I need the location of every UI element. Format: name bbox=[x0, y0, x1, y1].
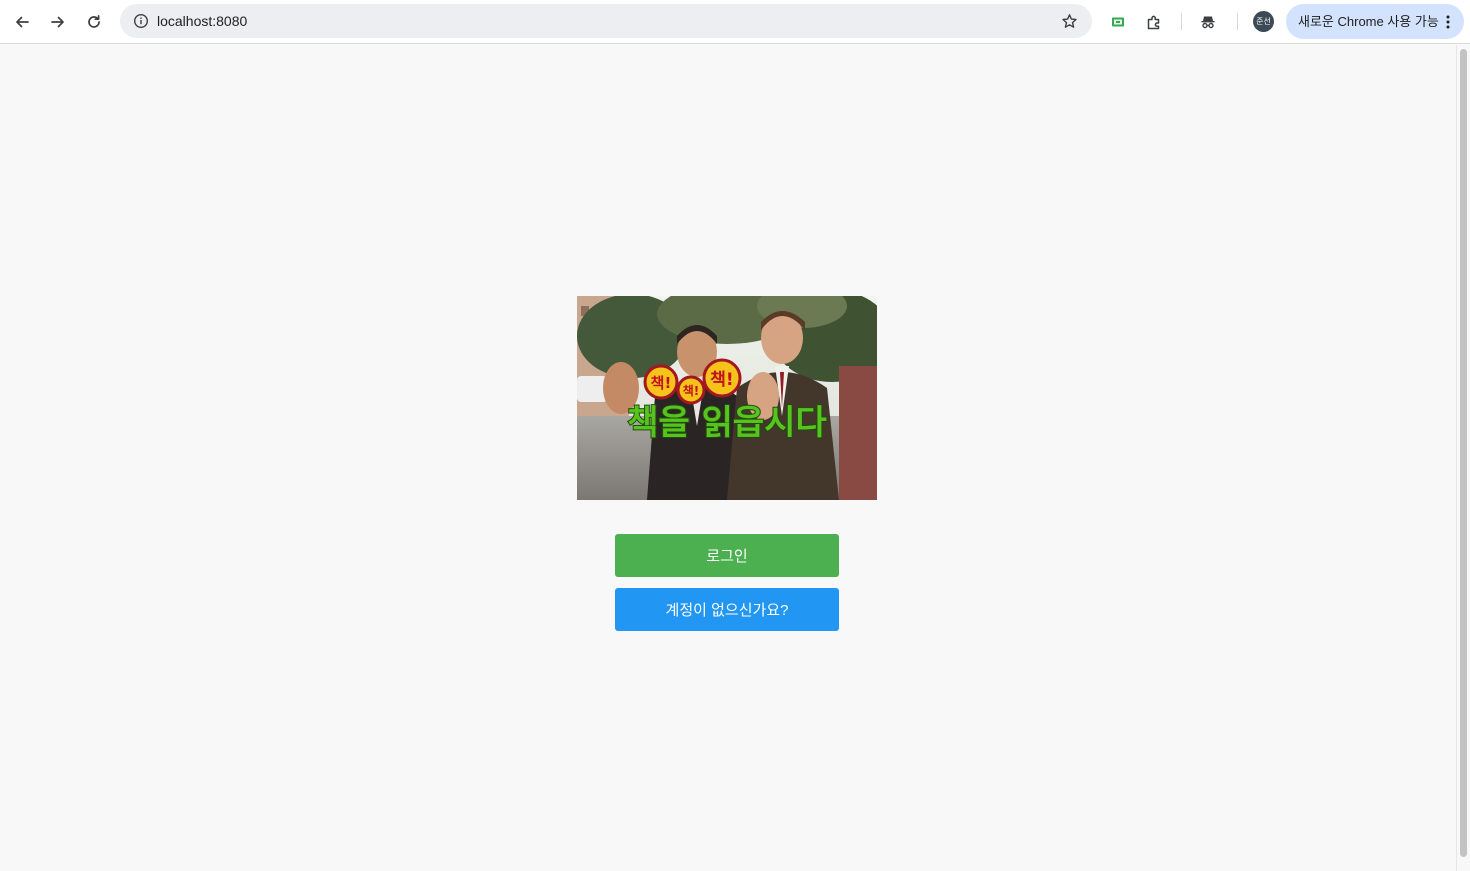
more-vert-icon bbox=[1442, 4, 1454, 39]
reload-button[interactable] bbox=[80, 8, 108, 36]
toolbar-separator bbox=[1181, 13, 1182, 30]
extension-media-icon[interactable] bbox=[1104, 8, 1132, 36]
login-button[interactable]: 로그인 bbox=[615, 534, 839, 577]
reload-icon bbox=[88, 14, 100, 28]
back-button[interactable] bbox=[8, 8, 36, 36]
incognito-spy-icon[interactable] bbox=[1194, 8, 1222, 36]
profile-avatar[interactable]: 준선 bbox=[1253, 11, 1274, 32]
toolbar-separator bbox=[1237, 13, 1238, 30]
address-bar[interactable] bbox=[120, 4, 1092, 38]
vertical-scrollbar[interactable] bbox=[1456, 45, 1470, 871]
signup-button[interactable]: 계정이 없으신가요? bbox=[615, 588, 839, 631]
hero-badge: 책! bbox=[651, 374, 672, 392]
hero-image: 책! 책! 책! 책을 읽읍시다 bbox=[577, 296, 877, 500]
bookmark-star-icon[interactable] bbox=[1056, 8, 1082, 34]
forward-button[interactable] bbox=[44, 8, 72, 36]
arrow-left-icon bbox=[16, 16, 29, 28]
hero-caption: 책을 읽읍시다 bbox=[627, 403, 827, 443]
chrome-update-button[interactable]: 새로운 Chrome 사용 가능 bbox=[1286, 4, 1464, 39]
scrollbar-thumb[interactable] bbox=[1460, 49, 1467, 857]
update-label: 새로운 Chrome 사용 가능 bbox=[1298, 14, 1439, 29]
page-viewport: 책! 책! 책! 책을 읽읍시다 로그인 계정이 없으신가요? bbox=[0, 45, 1456, 871]
url-input[interactable] bbox=[157, 4, 1037, 38]
extensions-puzzle-icon[interactable] bbox=[1140, 8, 1168, 36]
site-info-icon[interactable] bbox=[128, 8, 154, 34]
hero-badge: 책! bbox=[710, 370, 733, 390]
arrow-right-icon bbox=[51, 16, 64, 28]
browser-toolbar: 준선 새로운 Chrome 사용 가능 bbox=[0, 0, 1470, 44]
hero-badge: 책! bbox=[683, 383, 700, 398]
